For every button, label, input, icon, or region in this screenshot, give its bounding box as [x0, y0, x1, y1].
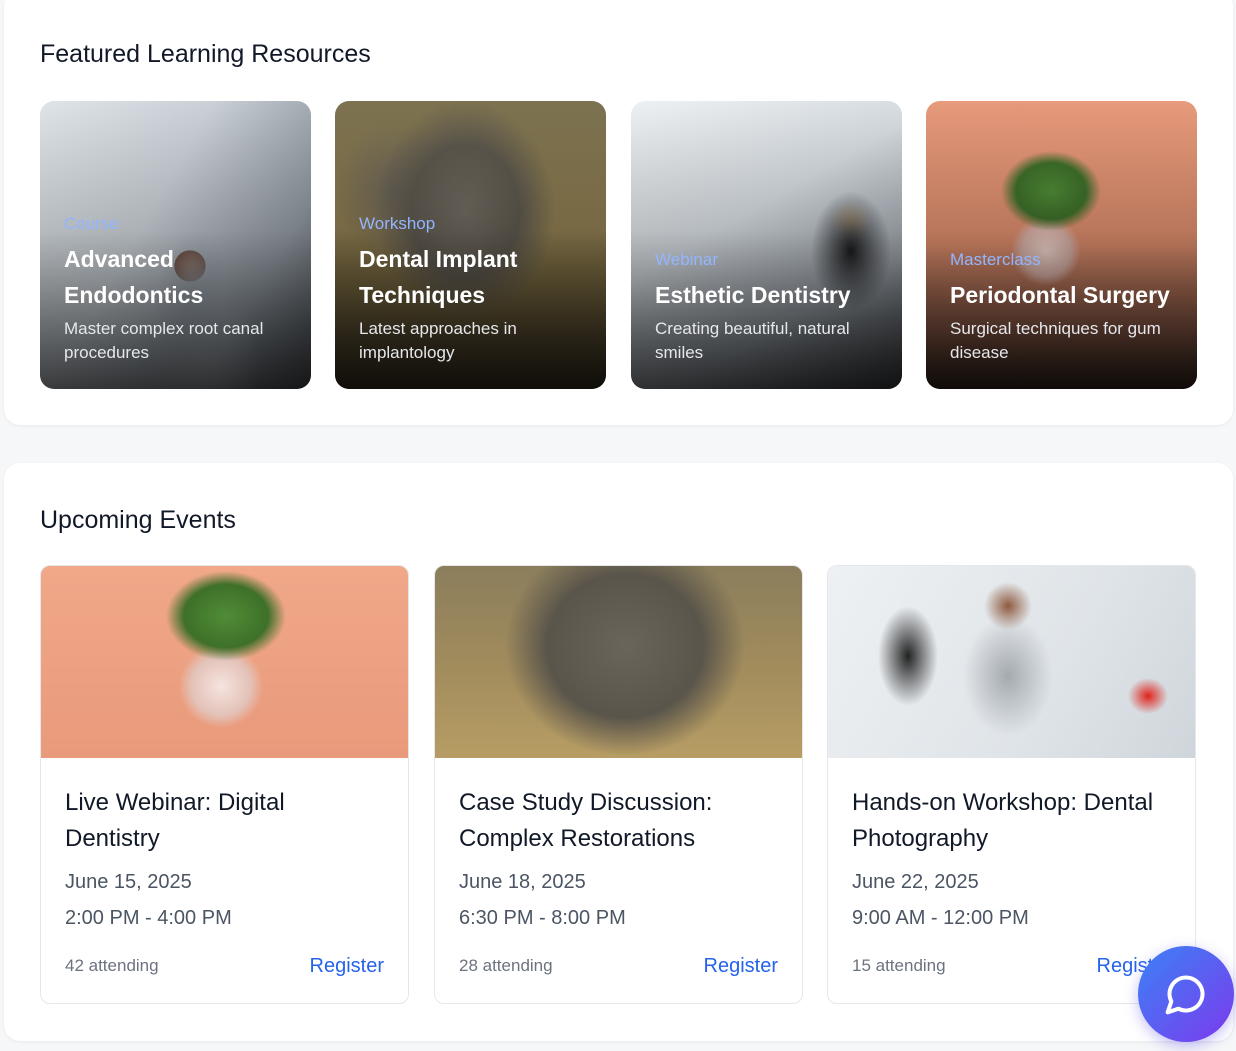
resource-card-periodontal[interactable]: Masterclass Periodontal Surgery Surgical… — [926, 101, 1197, 389]
event-time: 9:00 AM - 12:00 PM — [852, 907, 1029, 929]
register-button[interactable]: Register — [310, 955, 384, 978]
resource-title: Esthetic Dentistry — [655, 282, 851, 308]
event-card-dental-photography: Hands-on Workshop: Dental Photography Ju… — [827, 565, 1196, 1004]
event-title: Live Webinar: Digital Dentistry — [65, 789, 285, 852]
event-attending-count: 15 attending — [852, 956, 946, 975]
register-button[interactable]: Register — [704, 955, 778, 978]
event-date: June 18, 2025 — [459, 871, 586, 893]
event-time: 2:00 PM - 4:00 PM — [65, 907, 232, 929]
featured-resources-section: Featured Learning Resources Course Advan… — [4, 0, 1233, 425]
event-title: Hands-on Workshop: Dental Photography — [852, 789, 1154, 852]
resource-card-endodontics[interactable]: Course Advanced Endodontics Master compl… — [40, 101, 311, 389]
event-attending-count: 42 attending — [65, 956, 159, 975]
featured-section-title: Featured Learning Resources — [40, 40, 371, 68]
event-date: June 15, 2025 — [65, 871, 192, 893]
event-title: Case Study Discussion: Complex Restorati… — [459, 789, 713, 852]
resource-description: Latest approaches in implantology — [359, 319, 517, 362]
resource-description: Creating beautiful, natural smiles — [655, 319, 850, 362]
resource-title: Advanced Endodontics — [64, 246, 204, 308]
event-attending-count: 28 attending — [459, 956, 553, 975]
chat-bubble-icon — [1165, 975, 1205, 1015]
resource-type-label: Webinar — [655, 250, 718, 269]
event-card-digital-dentistry: Live Webinar: Digital Dentistry June 15,… — [40, 565, 409, 1004]
event-image — [435, 566, 802, 758]
event-image — [41, 566, 408, 758]
event-card-complex-restorations: Case Study Discussion: Complex Restorati… — [434, 565, 803, 1004]
resource-type-label: Workshop — [359, 214, 436, 233]
resource-type-label: Course — [64, 214, 119, 233]
resource-description: Surgical techniques for gum disease — [950, 319, 1161, 362]
event-time: 6:30 PM - 8:00 PM — [459, 907, 626, 929]
resource-title: Periodontal Surgery — [950, 282, 1170, 308]
resource-card-esthetic[interactable]: Webinar Esthetic Dentistry Creating beau… — [631, 101, 902, 389]
event-image — [828, 566, 1195, 758]
chat-button[interactable] — [1138, 946, 1234, 1042]
upcoming-events-section: Upcoming Events Live Webinar: Digital De… — [4, 463, 1233, 1041]
resource-card-implants[interactable]: Workshop Dental Implant Techniques Lates… — [335, 101, 606, 389]
resource-description: Master complex root canal procedures — [64, 319, 264, 362]
resource-title: Dental Implant Techniques — [359, 246, 518, 308]
event-date: June 22, 2025 — [852, 871, 979, 893]
events-section-title: Upcoming Events — [40, 506, 236, 534]
resource-type-label: Masterclass — [950, 250, 1041, 269]
